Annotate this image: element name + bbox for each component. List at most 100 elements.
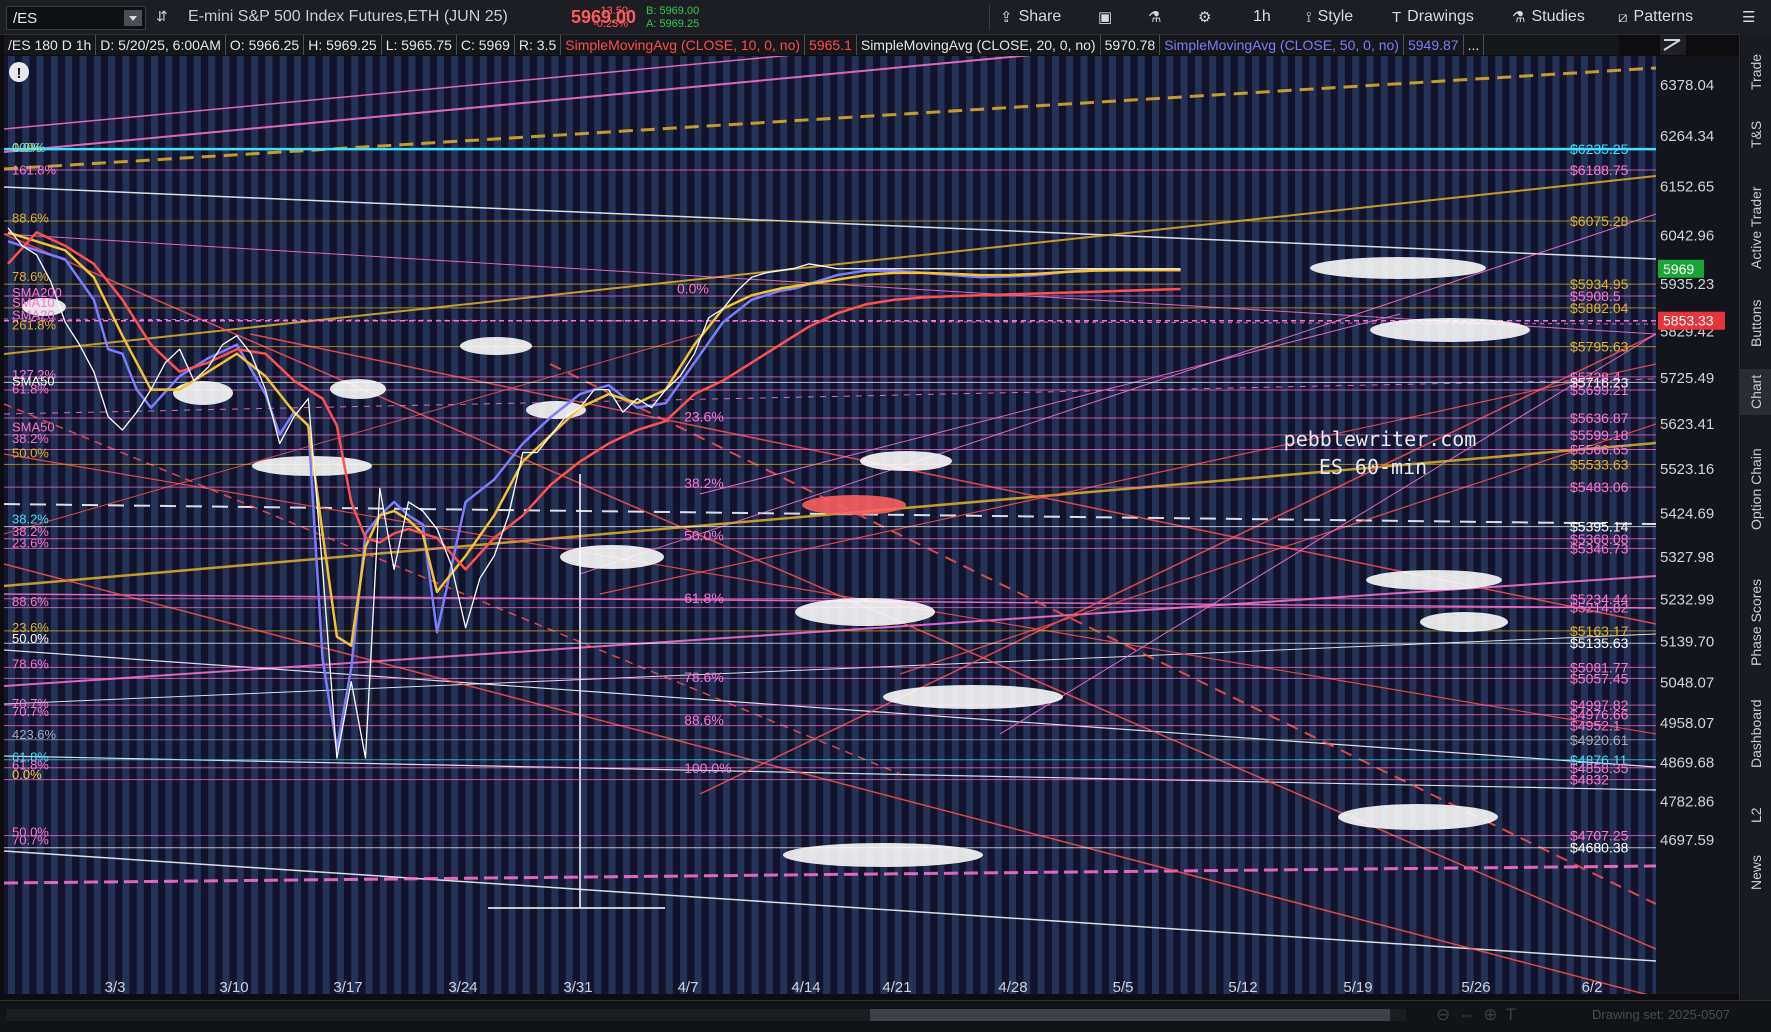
- session-stripe: [79, 56, 87, 994]
- timeframe-button[interactable]: 1h: [1253, 6, 1271, 28]
- sidebar-tab-trade[interactable]: Trade: [1740, 44, 1771, 100]
- mid-fib-label: 100.0%: [684, 760, 731, 776]
- left-fib-label: 161.8%: [12, 162, 57, 177]
- session-stripe: [751, 56, 759, 994]
- sidebar-tab-active-trader[interactable]: Active Trader: [1740, 174, 1771, 282]
- session-stripe: [1309, 56, 1317, 994]
- session-stripe: [1380, 56, 1388, 994]
- studies-label: Studies: [1531, 8, 1585, 25]
- session-stripe: [1009, 56, 1016, 994]
- timeframe-label: 1h: [1253, 8, 1271, 25]
- left-fib-label: 50.0%: [12, 631, 49, 646]
- snapshot-button[interactable]: ▣: [1098, 6, 1112, 28]
- sidebar-tab-t-s[interactable]: T&S: [1740, 104, 1771, 164]
- ask-price: A: 5969.25: [646, 18, 700, 30]
- sidebar-tab-news[interactable]: News: [1740, 842, 1771, 902]
- session-stripe: [122, 56, 130, 994]
- session-stripe: [1480, 56, 1488, 994]
- right-level-label: $5599.18: [1570, 427, 1629, 443]
- session-stripe: [136, 56, 144, 994]
- left-fib-label: 23.6%: [12, 535, 49, 550]
- menu-icon: ☰: [1742, 9, 1756, 26]
- y-tick-label: 5935.23: [1660, 276, 1714, 293]
- target-ellipse: [330, 379, 386, 399]
- target-ellipse: [783, 843, 983, 867]
- flask-button[interactable]: ⚗: [1148, 6, 1161, 28]
- x-tick-label: 3/17: [333, 979, 362, 996]
- session-stripe: [765, 56, 773, 994]
- session-stripe: [1066, 56, 1074, 994]
- symbol-description: E-mini S&P 500 Index Futures,ETH (JUN 25…: [188, 8, 508, 25]
- price-marker-label: 5853.33: [1663, 313, 1714, 329]
- session-stripe: [108, 56, 116, 994]
- menu-button[interactable]: ☰: [1742, 6, 1755, 28]
- session-stripe: [1352, 56, 1360, 994]
- target-ellipse: [460, 337, 532, 355]
- snapshot-icon: ▣: [1098, 9, 1113, 26]
- sidebar-tab-phase-scores[interactable]: Phase Scores: [1740, 566, 1771, 678]
- sidebar-tab-l2[interactable]: L2: [1740, 792, 1771, 838]
- sidebar-tab-chart[interactable]: Chart: [1740, 369, 1771, 415]
- session-stripe: [165, 56, 173, 994]
- y-tick-label: 6042.96: [1660, 228, 1714, 245]
- y-tick-label: 5523.16: [1660, 461, 1714, 478]
- target-ellipse: [1338, 804, 1498, 830]
- share-button[interactable]: ⇪ Share: [1000, 6, 1061, 28]
- patterns-button[interactable]: ⧄ Patterns: [1618, 6, 1693, 28]
- session-stripe: [1538, 56, 1546, 994]
- session-stripe: [622, 56, 630, 994]
- price-axis[interactable]: [1656, 56, 1739, 994]
- target-ellipse: [860, 451, 952, 471]
- x-tick-label: 4/28: [998, 979, 1027, 996]
- mid-fib-label: 61.8%: [684, 590, 724, 606]
- target-ellipse: [802, 495, 906, 515]
- session-stripe: [251, 56, 259, 994]
- right-level-label: $5699.21: [1570, 382, 1629, 398]
- link-icon[interactable]: ⇵: [156, 8, 168, 25]
- style-label: Style: [1317, 8, 1354, 25]
- symbol-dropdown-icon[interactable]: [124, 10, 142, 26]
- session-stripe: [1280, 56, 1288, 994]
- session-stripe: [580, 56, 587, 994]
- sidebar-tab-option-chain[interactable]: Option Chain: [1740, 419, 1771, 559]
- symbol-input[interactable]: /ES: [7, 10, 124, 27]
- patterns-label: Patterns: [1633, 8, 1694, 25]
- drawings-icon: T: [1392, 8, 1402, 26]
- session-stripe: [322, 56, 330, 994]
- settings-button[interactable]: ⚙: [1198, 6, 1211, 28]
- right-level-label: $5636.87: [1570, 410, 1629, 426]
- session-stripe: [1366, 56, 1374, 994]
- right-level-label: $5057.45: [1570, 670, 1629, 686]
- drawings-button[interactable]: T Drawings: [1392, 6, 1474, 28]
- y-tick-label: 5139.70: [1660, 633, 1714, 650]
- scrollbar-thumb[interactable]: [870, 1009, 1390, 1021]
- x-tick-label: 3/3: [105, 979, 126, 996]
- x-tick-label: 6/2: [1582, 979, 1603, 996]
- price-chart[interactable]: 0.0%100%161.8%88.6%78.6%SMA200SMA10SMA20…: [0, 34, 1739, 1000]
- session-stripe: [1323, 56, 1331, 994]
- session-stripe: [637, 56, 645, 994]
- left-fib-label: 70.7%: [12, 832, 49, 847]
- session-stripe: [1094, 56, 1102, 994]
- sidebar-tab-buttons[interactable]: Buttons: [1740, 284, 1771, 362]
- studies-button[interactable]: ⚗ Studies: [1512, 6, 1585, 28]
- session-stripe: [193, 56, 201, 994]
- target-ellipse: [560, 545, 664, 569]
- session-stripe: [1552, 56, 1560, 994]
- y-tick-label: 4697.59: [1660, 832, 1714, 849]
- mid-fib-label: 0.0%: [677, 281, 709, 297]
- studies-icon: ⚗: [1512, 9, 1526, 26]
- target-ellipse: [795, 598, 935, 626]
- sidebar-tab-dashboard[interactable]: Dashboard: [1740, 684, 1771, 784]
- zoom-tools[interactable]: ⊖⇔⊕T: [1436, 1005, 1524, 1025]
- symbol-selector[interactable]: /ES: [6, 6, 146, 30]
- y-tick-label: 5327.98: [1660, 549, 1714, 566]
- style-button[interactable]: ⟟ Style: [1306, 6, 1353, 28]
- session-stripe: [651, 56, 659, 994]
- net-change: -13.50: [596, 5, 628, 17]
- left-fib-label: 423.6%: [12, 727, 57, 742]
- session-stripe: [451, 56, 459, 994]
- y-tick-label: 6378.04: [1660, 77, 1714, 94]
- left-fib-label: 70.7%: [12, 704, 49, 719]
- chart-settings-icon[interactable]: [1660, 35, 1686, 55]
